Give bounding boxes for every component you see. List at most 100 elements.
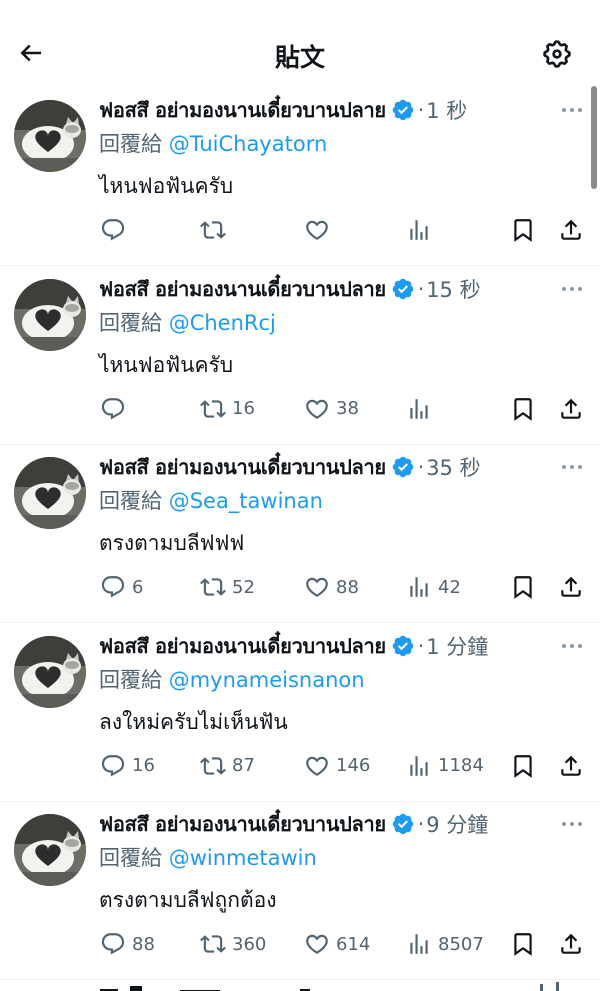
bookmark-button[interactable] xyxy=(510,926,536,962)
like-button[interactable]: 146 xyxy=(304,748,370,784)
retweet-count: 16 xyxy=(232,398,255,419)
author-name[interactable]: ฟอสสึ อย่ามองนานเดี๋ยวบานปลาย xyxy=(99,451,386,483)
tweet-header: ฟอสสึ อย่ามองนานเดี๋ยวบานปลาย · 1 秒 xyxy=(99,94,549,126)
author-name[interactable]: ฟอสสึ อย่ามองนานเดี๋ยวบานปลาย xyxy=(99,630,386,662)
verified-badge-icon xyxy=(392,813,414,835)
separator-dot: · xyxy=(417,455,425,479)
reply-button[interactable]: 6 xyxy=(100,569,143,605)
views-count: 1184 xyxy=(438,755,484,776)
timestamp[interactable]: 1 秒 xyxy=(426,95,467,125)
bookmark-icon xyxy=(514,219,532,242)
bookmark-button[interactable] xyxy=(510,212,536,248)
reply-prefix: 回覆給 xyxy=(99,846,162,870)
reply-tweet[interactable]: ฟอสสึ อย่ามองนานเดี๋ยวบานปลาย · 9 分鐘 回覆給 @w… xyxy=(0,802,600,980)
more-options-button[interactable] xyxy=(556,455,588,479)
reply-icon xyxy=(101,933,125,955)
share-button[interactable] xyxy=(558,748,584,784)
more-options-button[interactable] xyxy=(556,634,588,658)
reply-to-handle[interactable]: @TuiChayatorn xyxy=(169,132,328,156)
retweet-button[interactable]: 87 xyxy=(200,748,255,784)
action-bar xyxy=(96,212,596,248)
timestamp[interactable]: 1 分鐘 xyxy=(426,631,488,661)
more-options-button[interactable] xyxy=(556,277,588,301)
avatar[interactable] xyxy=(14,457,86,529)
retweet-button[interactable]: 360 xyxy=(200,926,266,962)
settings-button[interactable] xyxy=(539,36,575,72)
bookmark-button[interactable] xyxy=(510,569,536,605)
verified-badge-icon xyxy=(392,635,414,656)
verified-badge-icon xyxy=(392,278,414,299)
retweet-button[interactable] xyxy=(200,212,232,248)
avatar[interactable] xyxy=(14,814,86,886)
like-count: 146 xyxy=(336,755,371,776)
share-icon xyxy=(561,576,581,597)
retweet-icon xyxy=(200,221,226,239)
reply-to-line: 回覆給 @Sea_tawinan xyxy=(99,485,323,515)
reply-button[interactable]: 16 xyxy=(100,748,155,784)
reply-to-handle[interactable]: @Sea_tawinan xyxy=(169,489,323,513)
reply-button[interactable] xyxy=(100,391,132,427)
author-name[interactable]: ฟอสสึ อย่ามองนานเดี๋ยวบานปลาย xyxy=(99,808,386,840)
views-button[interactable]: 1184 xyxy=(406,748,484,784)
next-tweet-peek xyxy=(0,978,600,991)
avatar[interactable] xyxy=(14,278,86,351)
page-title: 貼文 xyxy=(274,43,325,72)
retweet-button[interactable]: 52 xyxy=(200,569,255,605)
like-button[interactable] xyxy=(304,212,336,248)
cat-avatar-icon xyxy=(14,100,86,172)
share-button[interactable] xyxy=(558,569,584,605)
share-button[interactable] xyxy=(558,926,584,962)
views-button[interactable] xyxy=(406,391,438,427)
bookmark-button[interactable] xyxy=(510,391,536,427)
more-options-button[interactable] xyxy=(556,98,588,122)
reply-to-handle[interactable]: @mynameisnanon xyxy=(169,668,365,692)
reply-tweet[interactable]: ฟอสสึ อย่ามองนานเดี๋ยวบานปลาย · 35 秒回覆給 @S… xyxy=(0,445,600,623)
heart-icon xyxy=(306,577,328,597)
timestamp[interactable]: 15 秒 xyxy=(426,274,480,304)
avatar[interactable] xyxy=(14,100,86,172)
reply-count: 88 xyxy=(132,933,155,955)
reply-to-line: 回覆給 @TuiChayatorn xyxy=(99,128,327,158)
action-bar: 6 52 88 42 xyxy=(96,569,596,605)
tweet-text: ไหนฟอฟันครับ xyxy=(99,352,234,377)
avatar[interactable] xyxy=(14,635,86,708)
reply-icon xyxy=(101,219,125,241)
share-button[interactable] xyxy=(558,391,584,427)
views-count: 42 xyxy=(438,576,461,598)
like-count: 88 xyxy=(336,576,359,598)
like-button[interactable]: 614 xyxy=(304,926,370,962)
more-options-button[interactable] xyxy=(556,812,588,836)
reply-tweet[interactable]: ฟอสสึ อย่ามองนานเดี๋ยวบานปลาย · 1 秒回覆給 @Tu… xyxy=(0,88,600,266)
reply-to-handle[interactable]: @ChenRcj xyxy=(169,311,276,335)
retweet-icon xyxy=(200,578,226,596)
reply-tweet[interactable]: ฟอสสึ อย่ามองนานเดี๋ยวบานปลาย · 15 秒回覆給 @C… xyxy=(0,267,600,445)
verified-badge-icon xyxy=(392,456,414,478)
reply-prefix: 回覆給 xyxy=(99,667,162,692)
tweet-text: ไหนฟอฟันครับ xyxy=(99,174,234,198)
reply-button[interactable]: 88 xyxy=(100,926,155,962)
tweet-header: ฟอสสึ อย่ามองนานเดี๋ยวบานปลาย · 1 分鐘 xyxy=(99,630,549,662)
views-button[interactable]: 8507 xyxy=(406,926,484,962)
author-name[interactable]: ฟอสสึ อย่ามองนานเดี๋ยวบานปลาย xyxy=(99,94,386,126)
retweet-icon xyxy=(200,399,226,418)
reply-icon xyxy=(101,397,125,420)
timestamp[interactable]: 9 分鐘 xyxy=(426,809,488,839)
retweet-count: 52 xyxy=(232,576,255,598)
separator-dot: · xyxy=(417,633,425,658)
cat-avatar-icon xyxy=(14,814,86,886)
reply-button[interactable] xyxy=(100,212,132,248)
like-button[interactable]: 38 xyxy=(304,391,359,427)
reply-prefix: 回覆給 xyxy=(99,489,162,513)
author-name[interactable]: ฟอสสึ อย่ามองนานเดี๋ยวบานปลาย xyxy=(99,273,386,305)
reply-tweet[interactable]: ฟอสสึ อย่ามองนานเดี๋ยวบานปลาย · 1 分鐘回覆給 @m… xyxy=(0,624,600,802)
reply-to-handle[interactable]: @winmetawin xyxy=(169,846,317,870)
timestamp[interactable]: 35 秒 xyxy=(426,452,480,482)
bookmark-button[interactable] xyxy=(510,748,536,784)
bookmark-icon xyxy=(514,397,532,421)
views-button[interactable]: 42 xyxy=(406,569,461,605)
share-button[interactable] xyxy=(558,212,584,248)
retweet-button[interactable]: 16 xyxy=(200,391,255,427)
views-button[interactable] xyxy=(406,212,438,248)
like-button[interactable]: 88 xyxy=(304,569,359,605)
views-icon xyxy=(410,755,428,776)
